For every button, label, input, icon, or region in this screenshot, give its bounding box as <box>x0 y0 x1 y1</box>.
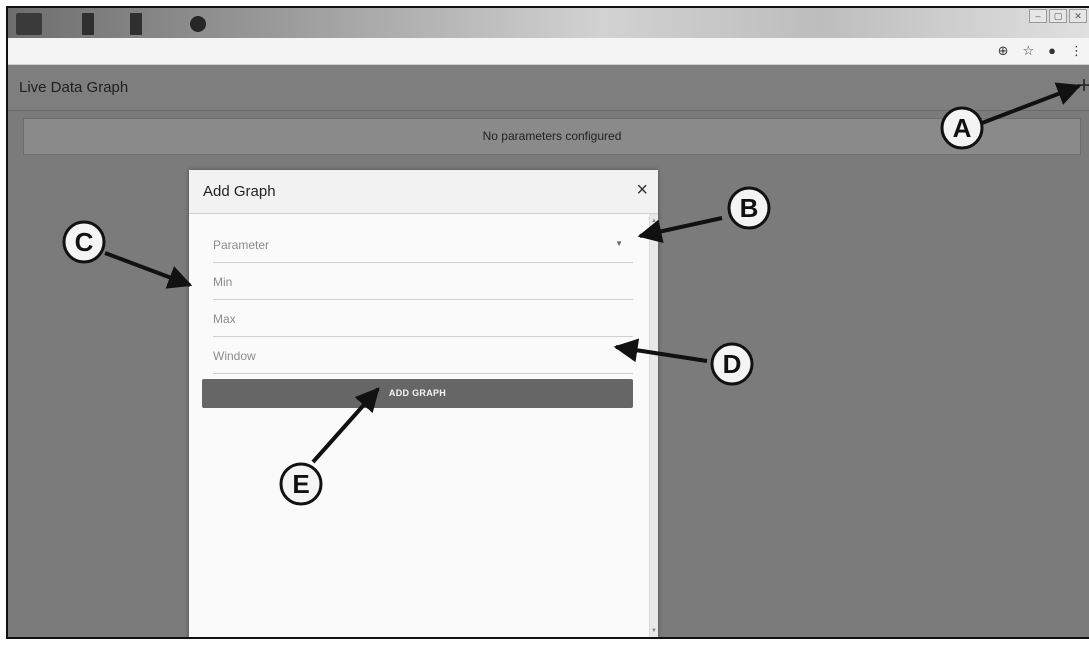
callout-e-label: E <box>292 469 309 499</box>
callout-arrow-a <box>981 82 1082 125</box>
callout-a: A <box>940 106 984 150</box>
callout-b: B <box>727 186 771 230</box>
callout-arrow-d <box>613 338 708 363</box>
callout-overlay: A B C D E <box>62 82 1082 506</box>
callout-arrow-c <box>104 251 193 289</box>
callout-e: E <box>279 462 323 506</box>
callout-arrow-b <box>637 216 723 244</box>
callout-d: D <box>710 342 754 386</box>
callout-arrow-e <box>311 387 380 464</box>
callout-c: C <box>62 220 106 264</box>
callout-c-label: C <box>75 227 94 257</box>
callout-b-label: B <box>740 193 759 223</box>
callout-d-label: D <box>723 349 742 379</box>
callout-a-label: A <box>953 113 972 143</box>
